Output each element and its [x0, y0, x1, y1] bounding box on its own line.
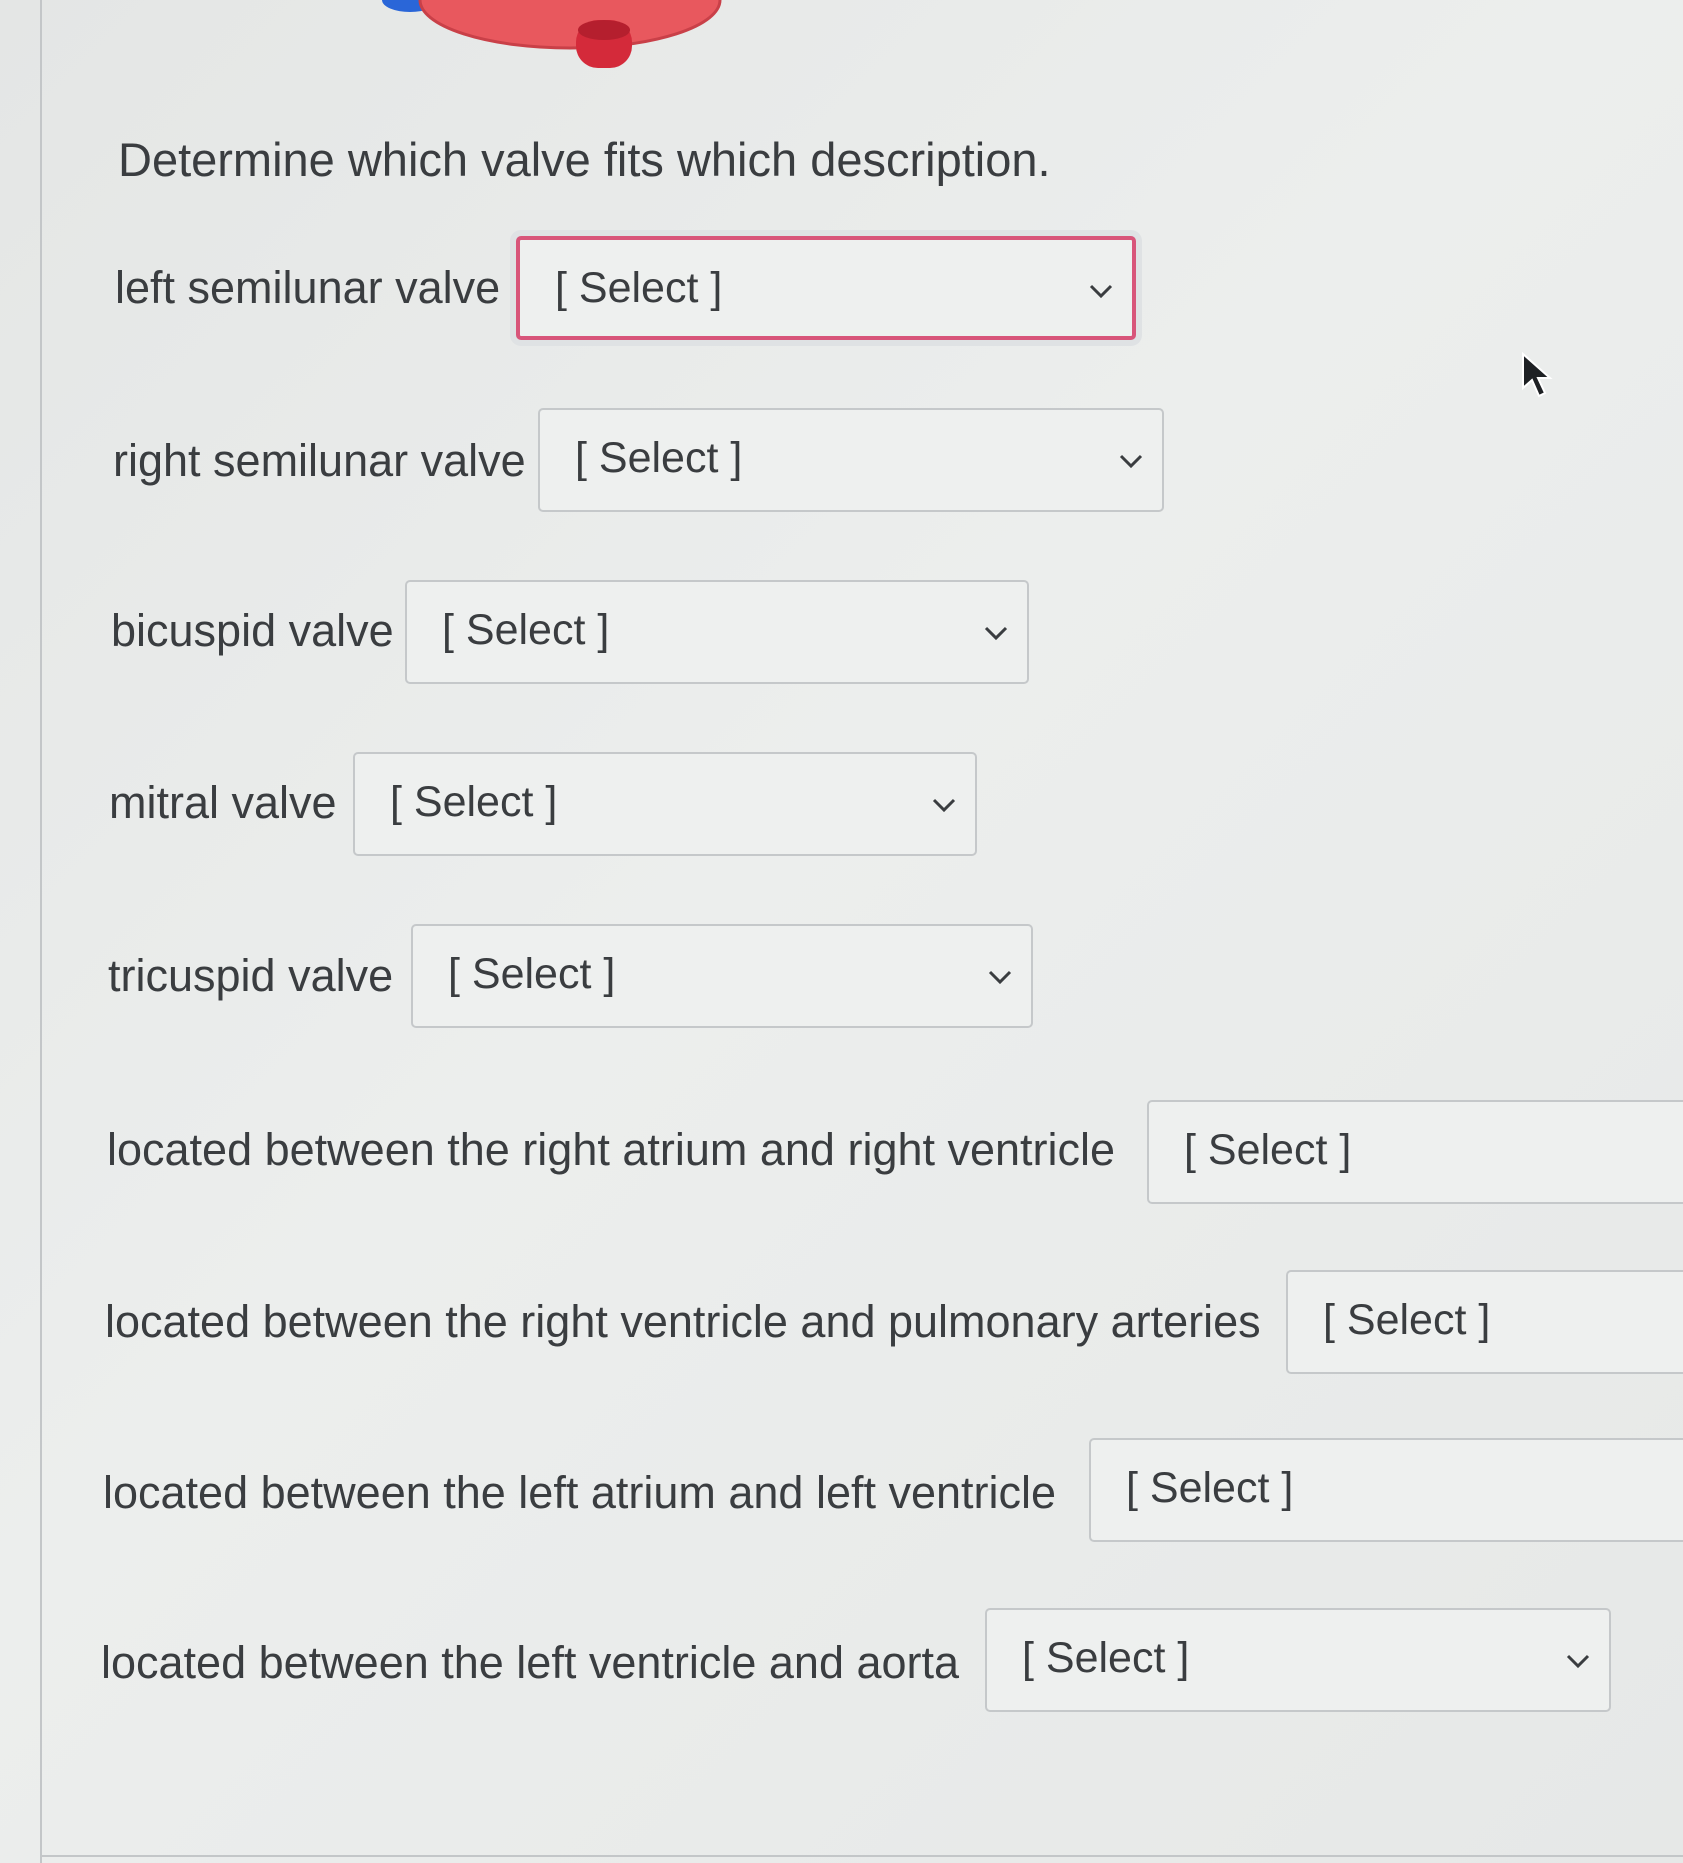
select-value: [ Select ]: [555, 264, 723, 312]
select-value: [ Select ]: [1022, 1634, 1190, 1682]
select-value: [ Select ]: [442, 606, 610, 654]
heart-diagram-image: [382, 0, 722, 68]
label-mitral-valve: mitral valve: [109, 777, 337, 828]
label-right-semilunar-valve: right semilunar valve: [113, 435, 526, 486]
select-right-atrium-right-ventricle[interactable]: [ Select ]: [1147, 1100, 1683, 1204]
chevron-down-icon: [1566, 1654, 1590, 1669]
select-value: [ Select ]: [390, 778, 558, 826]
label-left-ventricle-aorta: located between the left ventricle and a…: [101, 1637, 960, 1688]
select-right-ventricle-pulmonary-arteries[interactable]: [ Select ]: [1286, 1270, 1683, 1374]
select-value: [ Select ]: [1184, 1126, 1352, 1174]
select-value: [ Select ]: [448, 950, 616, 998]
select-tricuspid-valve[interactable]: [ Select ]: [411, 924, 1033, 1028]
select-bicuspid-valve[interactable]: [ Select ]: [405, 580, 1029, 684]
select-value: [ Select ]: [1323, 1296, 1491, 1344]
chevron-down-icon: [1089, 284, 1113, 299]
select-value: [ Select ]: [1126, 1464, 1294, 1512]
label-right-atrium-right-ventricle: located between the right atrium and rig…: [107, 1124, 1116, 1175]
select-value: [ Select ]: [575, 434, 743, 482]
label-tricuspid-valve: tricuspid valve: [108, 950, 394, 1001]
chevron-down-icon: [932, 798, 956, 813]
chevron-down-icon: [984, 626, 1008, 641]
select-left-semilunar-valve[interactable]: [ Select ]: [516, 236, 1136, 340]
label-left-atrium-left-ventricle: located between the left atrium and left…: [103, 1467, 1057, 1518]
select-right-semilunar-valve[interactable]: [ Select ]: [538, 408, 1164, 512]
label-left-semilunar-valve: left semilunar valve: [115, 262, 501, 313]
select-mitral-valve[interactable]: [ Select ]: [353, 752, 977, 856]
label-right-ventricle-pulmonary-arteries: located between the right ventricle and …: [105, 1296, 1261, 1347]
label-bicuspid-valve: bicuspid valve: [111, 605, 394, 656]
content-border-bottom: [40, 1855, 1683, 1857]
chevron-down-icon: [988, 970, 1012, 985]
chevron-down-icon: [1119, 454, 1143, 469]
select-left-atrium-left-ventricle[interactable]: [ Select ]: [1089, 1438, 1683, 1542]
mouse-pointer-icon: [1522, 352, 1553, 398]
question-prompt: Determine which valve fits which descrip…: [118, 133, 1051, 186]
select-left-ventricle-aorta[interactable]: [ Select ]: [985, 1608, 1611, 1712]
content-border-left: [40, 0, 42, 1863]
